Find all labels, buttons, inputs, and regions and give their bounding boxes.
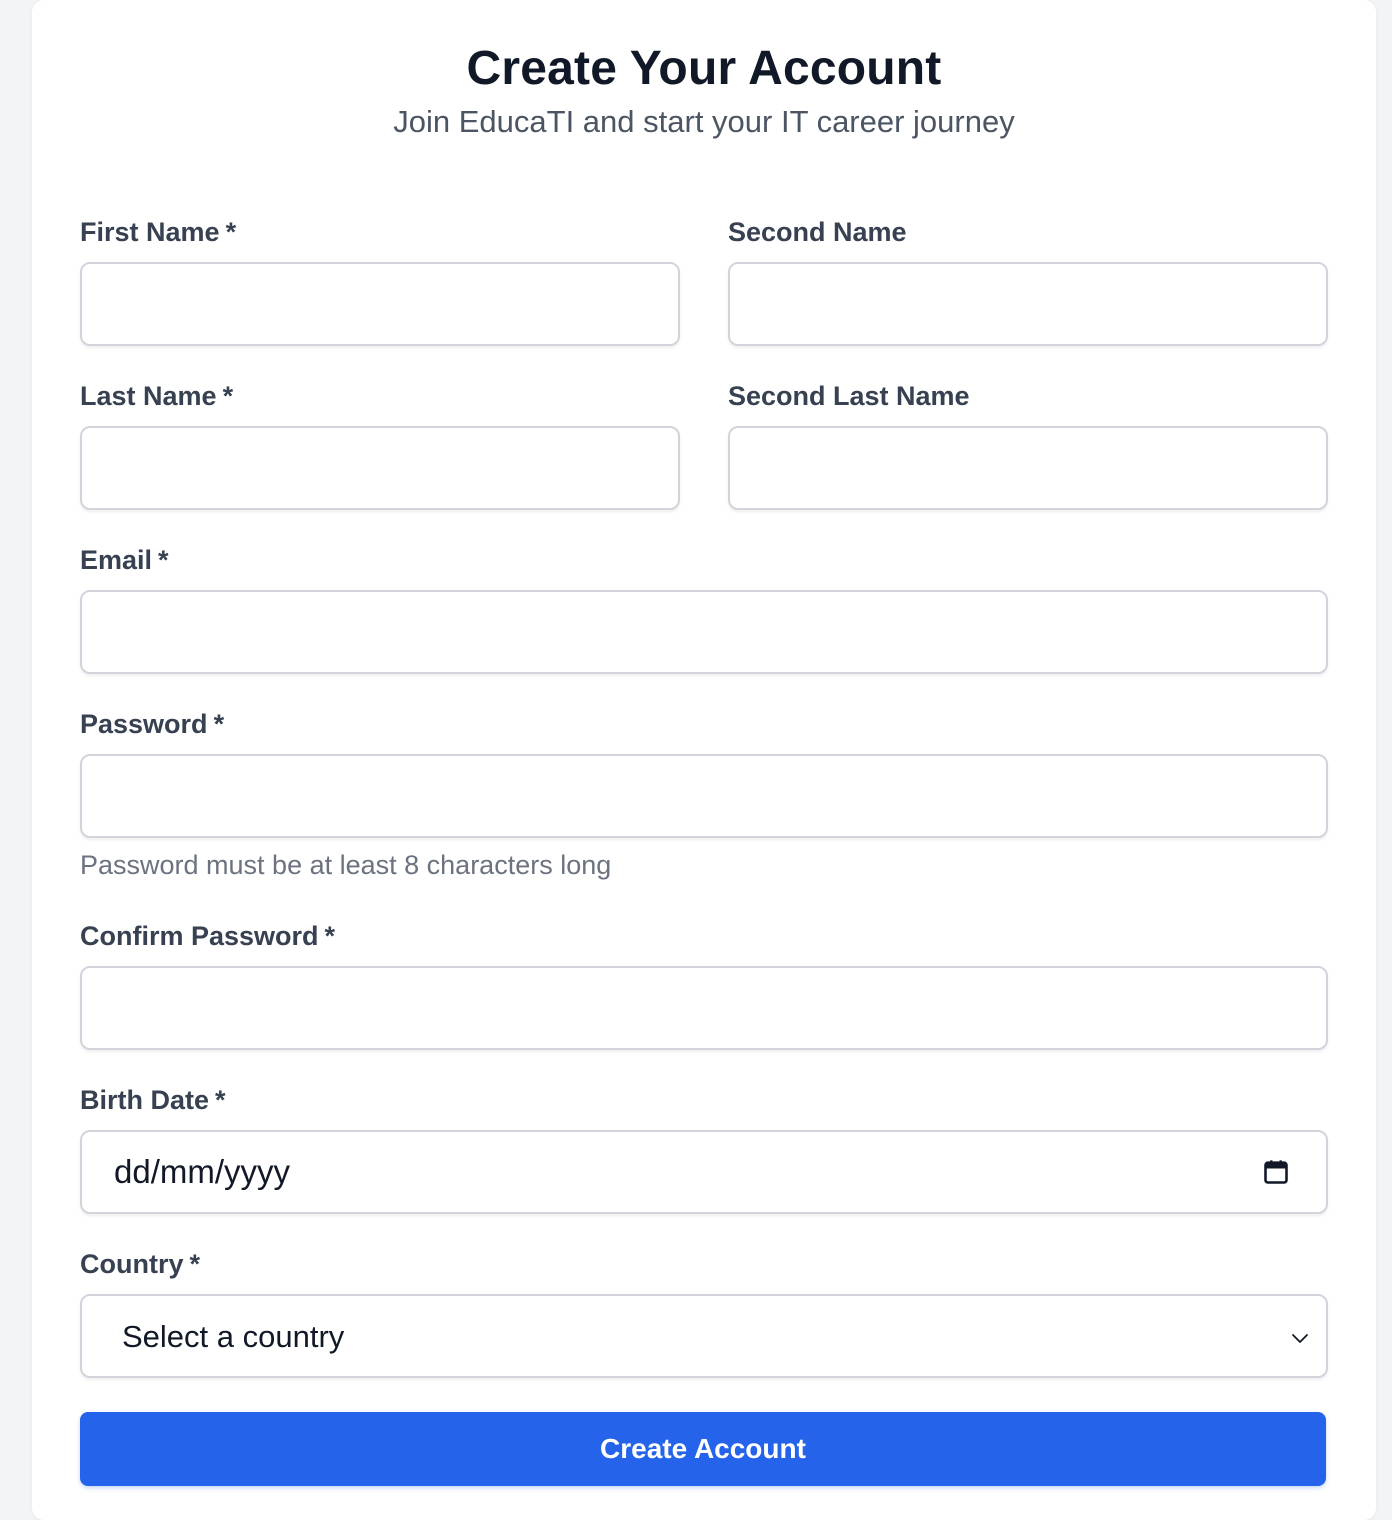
page-title: Create Your Account: [466, 42, 942, 95]
password-label: Password *: [80, 707, 224, 741]
chevron-down-icon: [1292, 1334, 1308, 1343]
second-last-name-input[interactable]: [728, 426, 1328, 510]
country-label: Country *: [80, 1247, 200, 1281]
country-select[interactable]: Select a country: [80, 1294, 1328, 1378]
email-field[interactable]: [80, 590, 1328, 674]
required-mark: *: [324, 921, 336, 951]
birth-date-placeholder: dd/mm/yyyy: [114, 1153, 291, 1190]
first-name-label-text: First Name: [80, 217, 220, 247]
country-selected-value: Select a country: [122, 1319, 345, 1354]
email-label: Email *: [80, 543, 169, 577]
confirm-password-label-text: Confirm Password: [80, 921, 319, 951]
last-name-input[interactable]: [80, 426, 680, 510]
country-label-text: Country: [80, 1249, 184, 1279]
second-last-name-label: Second Last Name: [728, 379, 970, 413]
create-account-button[interactable]: Create Account: [80, 1412, 1326, 1486]
second-name-input[interactable]: [728, 262, 1328, 346]
password-field[interactable]: [80, 754, 1328, 838]
password-label-text: Password: [80, 709, 208, 739]
required-mark: *: [213, 709, 225, 739]
form-header: Create Your Account Join EducaTI and sta…: [32, 40, 1376, 142]
required-mark: *: [189, 1249, 201, 1279]
page-subtitle: Join EducaTI and start your IT career jo…: [393, 104, 1015, 139]
confirm-password-field[interactable]: [80, 966, 1328, 1050]
required-mark: *: [215, 1085, 226, 1115]
calendar-icon[interactable]: [1262, 1158, 1290, 1186]
password-hint: Password must be at least 8 characters l…: [80, 850, 612, 880]
first-name-label: First Name *: [80, 215, 236, 249]
email-label-text: Email: [80, 545, 153, 575]
first-name-input[interactable]: [80, 262, 680, 346]
confirm-password-label: Confirm Password *: [80, 919, 335, 953]
birth-date-label-text: Birth Date: [80, 1085, 210, 1115]
required-mark: *: [158, 545, 169, 575]
last-name-label: Last Name *: [80, 379, 233, 413]
last-name-label-text: Last Name: [80, 381, 217, 411]
second-name-label-text: Second Name: [728, 217, 907, 247]
second-last-name-label-text: Second Last Name: [728, 381, 970, 411]
birth-date-label: Birth Date *: [80, 1083, 226, 1117]
required-mark: *: [225, 217, 237, 247]
birth-date-input[interactable]: dd/mm/yyyy: [80, 1130, 1328, 1214]
signup-card: Create Your Account Join EducaTI and sta…: [32, 0, 1376, 1520]
required-mark: *: [222, 381, 234, 411]
second-name-label: Second Name: [728, 215, 907, 249]
